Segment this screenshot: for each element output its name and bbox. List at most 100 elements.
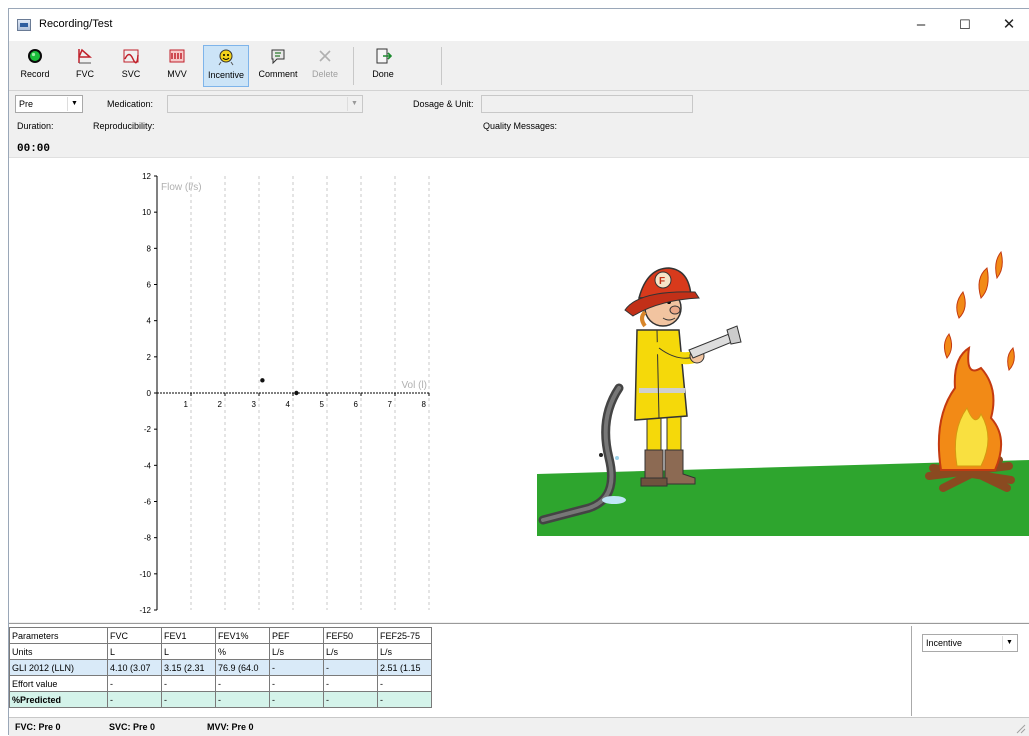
table-cell: - (323, 675, 378, 692)
y-tick-label: -4 (144, 461, 152, 470)
close-button[interactable]: ✕ (987, 9, 1029, 41)
fvc-icon (76, 47, 94, 65)
x-tick-label: 7 (388, 400, 393, 409)
table-cell: L/s (377, 643, 432, 660)
display-mode-select[interactable]: Incentive ▼ (922, 634, 1018, 652)
y-axis-label: Flow (l/s) (161, 182, 202, 193)
table-cell: - (377, 675, 432, 692)
y-tick-label: -6 (144, 498, 152, 507)
status-svc: SVC: Pre 0 (109, 722, 156, 732)
x-tick-label: 4 (286, 400, 291, 409)
data-point (294, 390, 299, 396)
table-cell: L/s (323, 643, 378, 660)
table-cell: Effort value (9, 675, 108, 692)
delete-icon (316, 47, 334, 65)
y-tick-label: 2 (147, 353, 152, 362)
chevron-down-icon: ▼ (67, 97, 81, 111)
x-tick-label: 8 (422, 400, 427, 409)
column-header: Parameters (9, 627, 108, 644)
phase-select-value: Pre (19, 99, 34, 109)
table-cell: - (323, 691, 378, 708)
incentive-fire-scene: F (537, 250, 1029, 536)
display-mode-value: Incentive (926, 638, 963, 648)
done-icon (374, 47, 393, 65)
x-tick-label: 1 (184, 400, 189, 409)
table-cell: - (323, 659, 378, 676)
table-cell: - (215, 675, 270, 692)
table-cell: % (215, 643, 270, 660)
table-cell: 76.9 (64.0 (215, 659, 270, 676)
incentive-icon (217, 48, 235, 66)
toolbar: Record FVC SVC MVV Incentive Comment Del… (9, 41, 1029, 91)
chevron-down-icon: ▼ (1002, 636, 1016, 650)
column-header: FEF25-75 (377, 627, 432, 644)
resize-grip-icon[interactable] (1014, 722, 1026, 734)
chevron-down-icon: ▼ (347, 97, 361, 111)
y-tick-label: -12 (139, 606, 151, 615)
phase-select[interactable]: Pre ▼ (15, 95, 83, 113)
y-tick-label: 6 (147, 281, 152, 290)
table-cell: - (107, 691, 162, 708)
table-cell: - (269, 691, 324, 708)
table-cell: - (161, 691, 216, 708)
mvv-button[interactable]: MVV (157, 45, 197, 87)
results-panel: Parameters FVC FEV1 FEV1% PEF FEF50 FEF25-75 Un… (9, 623, 1029, 717)
medication-select[interactable]: ▼ (167, 95, 363, 113)
flow-volume-chart: 121086420-2-4-6-8-10-121 2 3 4 5 6 7 8Flow (l/s… (139, 172, 430, 615)
table-cell: L (161, 643, 216, 660)
record-icon (26, 47, 44, 65)
svg-text:F: F (659, 276, 665, 287)
maximize-button[interactable]: ☐ (943, 9, 987, 41)
campfire-image (925, 250, 1015, 492)
column-header: FEF50 (323, 627, 378, 644)
dosage-field[interactable] (481, 95, 693, 113)
data-point (260, 378, 265, 383)
table-cell: GLI 2012 (LLN) (9, 659, 108, 676)
minimize-button[interactable]: – (899, 9, 943, 41)
table-header-row: Parameters FVC FEV1 FEV1% PEF FEF50 FEF25-75 (9, 627, 432, 644)
y-tick-label: -10 (139, 570, 151, 579)
status-fvc: FVC: Pre 0 (15, 722, 61, 732)
parameters-table: Parameters FVC FEV1 FEV1% PEF FEF50 FEF25-75 Un… (9, 627, 432, 708)
comment-button[interactable]: Comment (255, 45, 301, 87)
record-button[interactable]: Record (13, 45, 57, 87)
medication-label: Medication: (107, 99, 154, 109)
done-button[interactable]: Done (361, 45, 405, 87)
y-tick-label: -8 (144, 534, 152, 543)
table-cell: - (161, 675, 216, 692)
table-cell: L/s (269, 643, 324, 660)
y-tick-label: 8 (147, 244, 152, 253)
app-icon (17, 19, 31, 31)
recording-test-window: Recording/Test – ☐ ✕ Record FVC SVC MVV … (8, 8, 1029, 736)
table-cell: %Predicted (9, 691, 108, 708)
mvv-icon (168, 47, 186, 65)
table-cell: - (107, 675, 162, 692)
title-bar[interactable]: Recording/Test – ☐ ✕ (9, 9, 1029, 41)
dosage-label: Dosage & Unit: (413, 99, 474, 109)
fvc-button[interactable]: FVC (65, 45, 105, 87)
table-row: Effort value - - - - - - (9, 675, 432, 692)
y-tick-label: 4 (147, 317, 152, 326)
table-cell: - (269, 675, 324, 692)
incentive-button[interactable]: Incentive (203, 45, 249, 87)
x-axis-label: Vol (l) (401, 380, 427, 391)
x-tick-label: 3 (252, 400, 257, 409)
table-cell: 3.15 (2.31 (161, 659, 216, 676)
duration-label: Duration: (17, 121, 54, 131)
table-cell: - (215, 691, 270, 708)
status-bar: FVC: Pre 0 SVC: Pre 0 MVV: Pre 0 (9, 717, 1029, 736)
quality-messages-label: Quality Messages: (483, 121, 558, 131)
y-tick-label: -2 (144, 425, 152, 434)
table-cell: L (107, 643, 162, 660)
svc-icon (122, 47, 140, 65)
column-header: PEF (269, 627, 324, 644)
toolbar-separator (441, 47, 442, 85)
column-header: FEV1 (161, 627, 216, 644)
column-header: FVC (107, 627, 162, 644)
y-tick-label: 12 (142, 172, 151, 181)
window-title: Recording/Test (39, 18, 113, 30)
svc-button[interactable]: SVC (111, 45, 151, 87)
table-cell: - (377, 691, 432, 708)
delete-button[interactable]: Delete (305, 45, 345, 87)
table-row: Units L L% L/s L/s L/s (9, 643, 432, 660)
